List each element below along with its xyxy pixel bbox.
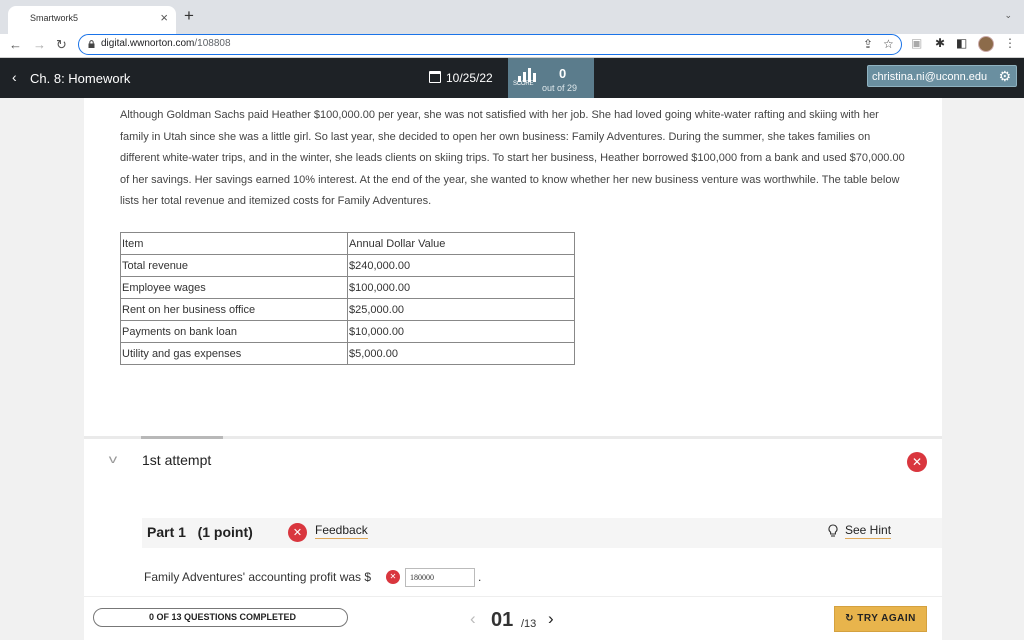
attempt-label[interactable]: 1st attempt	[142, 452, 211, 468]
table-cell: $100,000.00	[347, 276, 575, 299]
section-divider-accent	[141, 436, 223, 439]
incorrect-x-icon: ✕	[288, 523, 307, 542]
tab-title: Smartwork5	[30, 13, 79, 23]
table-header-row: Item Annual Dollar Value	[120, 232, 575, 255]
answer-prompt: Family Adventures' accounting profit was…	[144, 570, 372, 584]
user-menu[interactable]: christina.ni@uconn.edu ⚙	[867, 65, 1017, 87]
bar-chart-icon	[518, 68, 536, 82]
address-bar[interactable]: digital.wwnorton.com/108808 ⇪ ☆	[78, 34, 902, 55]
table-row: Total revenue $240,000.00	[120, 254, 575, 277]
progress-pill: 0 OF 13 QUESTIONS COMPLETED	[93, 608, 348, 627]
table-cell: $25,000.00	[347, 298, 575, 321]
score-label: SCORE	[513, 81, 534, 87]
table-cell: $10,000.00	[347, 320, 575, 343]
cost-table: Item Annual Dollar Value Total revenue $…	[120, 232, 575, 365]
refresh-icon: ↻	[845, 613, 855, 624]
url-text: digital.wwnorton.com/108808	[101, 38, 231, 49]
current-question-number: 01	[491, 609, 514, 631]
user-email: christina.ni@uconn.edu	[872, 71, 988, 83]
table-cell: $5,000.00	[347, 342, 575, 365]
lightbulb-icon	[828, 524, 838, 537]
gear-icon[interactable]: ⚙	[998, 69, 1011, 83]
previous-question-icon[interactable]: ‹	[470, 609, 476, 629]
app-header: ‹ Ch. 8: Homework 10/25/22 SCORE 0 out o…	[0, 58, 1024, 98]
browser-toolbar: ← → ↻ digital.wwnorton.com/108808 ⇪ ☆ ▣ …	[0, 34, 1024, 58]
back-arrow-icon[interactable]: ←	[9, 37, 22, 53]
calendar-icon	[429, 71, 441, 83]
table-header: Annual Dollar Value	[347, 232, 575, 255]
answer-input[interactable]	[405, 568, 475, 587]
table-cell: Rent on her business office	[120, 298, 348, 321]
score-box[interactable]: SCORE 0 out of 29	[508, 58, 594, 98]
total-questions: /13	[521, 618, 537, 630]
lock-icon	[88, 40, 95, 48]
table-row: Employee wages $100,000.00	[120, 276, 575, 299]
chevron-down-icon[interactable]: v	[109, 452, 117, 466]
feedback-link[interactable]: Feedback	[315, 523, 368, 539]
assignment-breadcrumb[interactable]: Ch. 8: Homework	[30, 71, 130, 86]
table-cell: Payments on bank loan	[120, 320, 348, 343]
extensions-puzzle-icon[interactable]: ✱	[935, 36, 945, 50]
score-out-of: out of 29	[542, 83, 578, 93]
table-row: Payments on bank loan $10,000.00	[120, 320, 575, 343]
try-again-button[interactable]: ↻ TRY AGAIN	[834, 606, 927, 632]
progress-text: 0 OF 13 QUESTIONS COMPLETED	[149, 612, 297, 622]
share-icon[interactable]: ⇪	[863, 37, 873, 51]
answer-suffix: .	[478, 570, 482, 584]
new-tab-icon[interactable]: +	[184, 6, 194, 26]
table-header: Item	[120, 232, 348, 255]
part-label: Part 1 (1 point)	[147, 524, 253, 540]
part-header: Part 1 (1 point) ✕ Feedback See Hint	[142, 518, 942, 548]
table-row: Utility and gas expenses $5,000.00	[120, 342, 575, 365]
table-cell: $240,000.00	[347, 254, 575, 277]
incorrect-x-icon: ✕	[386, 570, 400, 584]
table-cell: Utility and gas expenses	[120, 342, 348, 365]
browser-tabstrip: Smartwork5 × + ⌄	[0, 0, 1024, 34]
close-tab-icon[interactable]: ×	[160, 10, 168, 26]
side-panel-icon[interactable]: ◧	[956, 36, 967, 50]
chevron-left-icon[interactable]: ‹	[12, 69, 17, 85]
bookmark-star-icon[interactable]: ☆	[883, 37, 894, 51]
see-hint-link[interactable]: See Hint	[845, 523, 892, 539]
table-row: Rent on her business office $25,000.00	[120, 298, 575, 321]
incorrect-x-icon: ✕	[907, 452, 927, 472]
browser-tab[interactable]: Smartwork5 ×	[8, 6, 176, 34]
browser-menu-icon[interactable]: ⋮	[1004, 36, 1016, 50]
try-again-label: TRY AGAIN	[857, 613, 916, 624]
profile-avatar[interactable]	[978, 36, 994, 52]
next-question-icon[interactable]: ›	[548, 609, 554, 629]
forward-arrow-icon[interactable]: →	[33, 37, 46, 53]
tab-search-chevron-icon[interactable]: ⌄	[1004, 10, 1012, 21]
extension-icon[interactable]: ▣	[911, 36, 922, 50]
table-cell: Employee wages	[120, 276, 348, 299]
question-text: Although Goldman Sachs paid Heather $100…	[120, 109, 905, 207]
due-date: 10/25/22	[446, 71, 493, 85]
score-value: 0	[559, 66, 567, 81]
table-cell: Total revenue	[120, 254, 348, 277]
reload-icon[interactable]: ↻	[56, 37, 67, 53]
